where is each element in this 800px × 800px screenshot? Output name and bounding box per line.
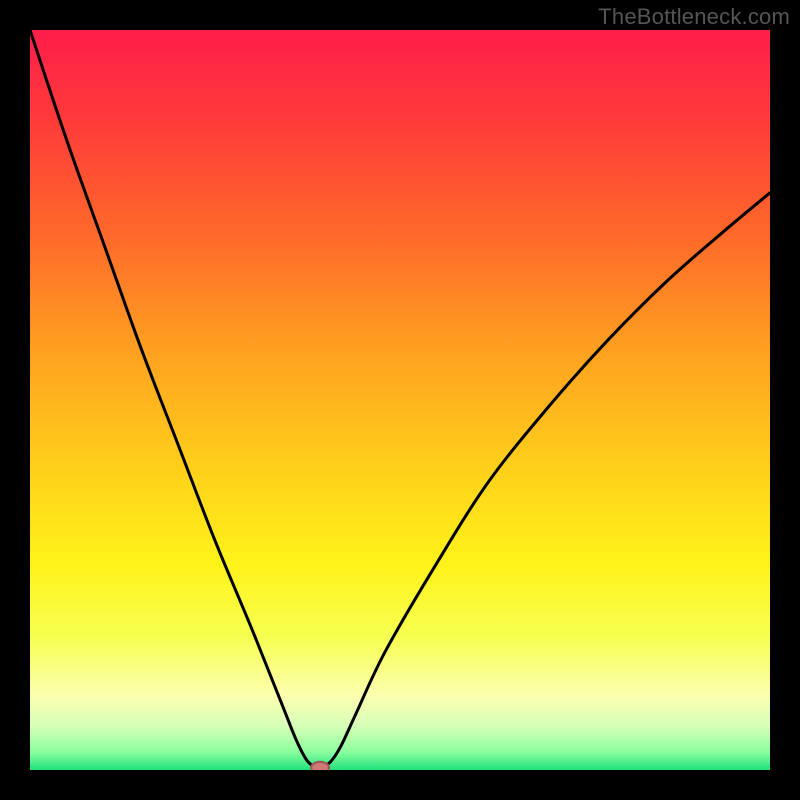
gradient-background [30,30,770,770]
watermark-text: TheBottleneck.com [598,4,790,30]
plot-svg [30,30,770,770]
optimal-marker [311,762,329,770]
plot-area [30,30,770,770]
chart-frame: TheBottleneck.com [0,0,800,800]
